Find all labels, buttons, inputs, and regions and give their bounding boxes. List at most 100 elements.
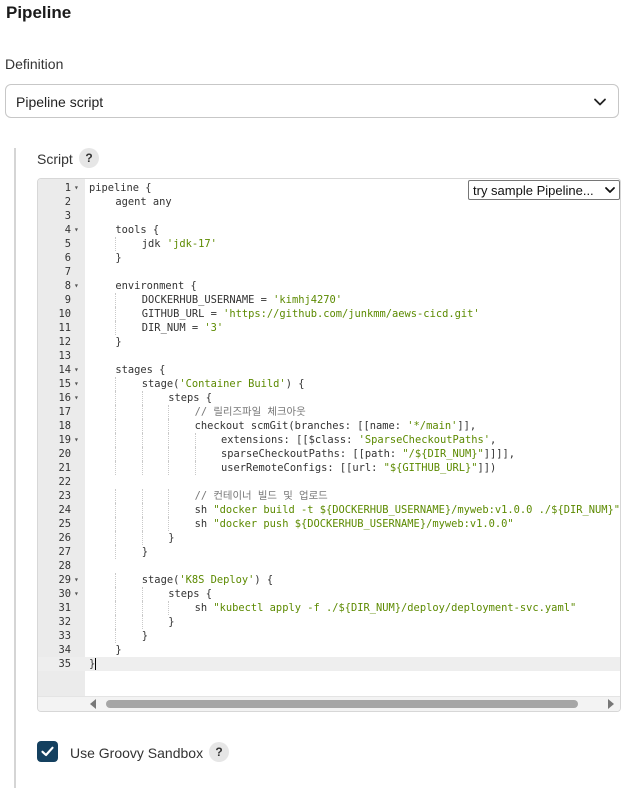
indent-guide: [141, 461, 143, 475]
code-line[interactable]: 3: [38, 209, 620, 223]
indent-guide: [141, 419, 143, 433]
fold-toggle-icon[interactable]: ▾: [74, 573, 82, 587]
line-number: 11: [58, 322, 71, 334]
code-line[interactable]: 32}: [38, 615, 620, 629]
fold-toggle-icon[interactable]: ▾: [74, 587, 82, 601]
code-line[interactable]: 16 ▾ steps {: [38, 391, 620, 405]
code-line[interactable]: 9 DOCKERHUB_USERNAME = 'kimhj4270': [38, 293, 620, 307]
code-text: }: [115, 643, 121, 657]
fold-toggle-icon[interactable]: ▾: [74, 223, 82, 237]
indent-guide: [141, 587, 143, 601]
sample-pipeline-select[interactable]: try sample Pipeline...: [468, 180, 620, 200]
code-line[interactable]: 34}: [38, 643, 620, 657]
fold-toggle-icon[interactable]: ▾: [74, 363, 82, 377]
fold-toggle-icon[interactable]: ▾: [74, 279, 82, 293]
code-line[interactable]: 30 ▾ steps {: [38, 587, 620, 601]
code-text: }: [142, 629, 148, 643]
indent-guide: [141, 405, 143, 419]
indent-guide: [115, 573, 117, 587]
code-token: ) {: [285, 378, 305, 390]
scroll-left-icon[interactable]: [90, 699, 96, 709]
code-line[interactable]: 13: [38, 349, 620, 363]
sandbox-help-icon[interactable]: ?: [209, 742, 229, 762]
script-editor[interactable]: 1 ▾ pipeline {2 agent any 3 4 ▾ tools {5 jdk 'jd…: [37, 178, 621, 712]
code-token: ]],: [457, 420, 477, 432]
code-text: tools {: [115, 223, 159, 237]
code-text: // 컨테이너 빌드 및 업로드: [195, 489, 328, 503]
line-number: 7: [64, 266, 71, 278]
code-line[interactable]: 15 ▾ stage('Container Build') {: [38, 377, 620, 391]
code-string: "docker push ${DOCKERHUB_USERNAME}/myweb…: [213, 518, 514, 530]
groovy-sandbox-checkbox[interactable]: [37, 741, 58, 762]
code-line[interactable]: 14 ▾ stages {: [38, 363, 620, 377]
code-text: stage('Container Build') {: [142, 377, 305, 391]
scroll-thumb[interactable]: [106, 700, 578, 708]
indent-guide: [141, 503, 143, 517]
code-token: }: [115, 336, 122, 348]
indent-guide: [115, 433, 117, 447]
code-token: }: [168, 616, 175, 628]
indent-guide: [115, 503, 117, 517]
definition-select-value: Pipeline script: [16, 94, 104, 110]
code-text: userRemoteConfigs: [[url: "${GITHUB_URL}…: [221, 461, 496, 475]
code-line[interactable]: 28: [38, 559, 620, 573]
indent-guide: [115, 391, 117, 405]
code-line[interactable]: 5 jdk 'jdk-17': [38, 237, 620, 251]
script-help-icon[interactable]: ?: [79, 148, 99, 168]
code-line[interactable]: 10 GITHUB_URL = 'https://github.com/junkm…: [38, 307, 620, 321]
fold-toggle-icon[interactable]: ▾: [74, 181, 82, 195]
code-token: ,: [490, 434, 497, 446]
fold-toggle-icon[interactable]: ▾: [74, 433, 82, 447]
code-token: agent any: [115, 196, 172, 208]
code-line[interactable]: 21 userRemoteConfigs: [[url: "${GITHUB_UR…: [38, 461, 620, 475]
code-line[interactable]: 24 sh "docker build -t ${DOCKERHUB_USERNA…: [38, 503, 620, 517]
line-number: 23: [58, 490, 71, 502]
line-number: 21: [58, 462, 71, 474]
code-line[interactable]: 23 // 컨테이너 빌드 및 업로드: [38, 489, 620, 503]
code-line[interactable]: 22: [38, 475, 620, 489]
line-number: 19: [58, 434, 71, 446]
code-line[interactable]: 31 sh "kubectl apply -f ./${DIR_NUM}/depl…: [38, 601, 620, 615]
code-text: }: [89, 657, 97, 671]
horizontal-scrollbar[interactable]: [38, 696, 620, 711]
code-line[interactable]: 11 DIR_NUM = '3': [38, 321, 620, 335]
code-line[interactable]: 7: [38, 265, 620, 279]
code-line[interactable]: 25 sh "docker push ${DOCKERHUB_USERNAME}/…: [38, 517, 620, 531]
definition-select[interactable]: Pipeline script: [5, 84, 619, 118]
code-line[interactable]: 27}: [38, 545, 620, 559]
code-line[interactable]: 6}: [38, 251, 620, 265]
code-line[interactable]: 12}: [38, 335, 620, 349]
code-token: stages {: [115, 364, 166, 376]
indent-guide: [141, 489, 143, 503]
editor-code[interactable]: 1 ▾ pipeline {2 agent any 3 4 ▾ tools {5 jdk 'jd…: [38, 181, 620, 671]
code-line[interactable]: 19 ▾ extensions: [[$class: 'SparseCheckout…: [38, 433, 620, 447]
line-number: 26: [58, 532, 71, 544]
code-line[interactable]: 29 ▾ stage('K8S Deploy') {: [38, 573, 620, 587]
code-line[interactable]: 8 ▾ environment {: [38, 279, 620, 293]
code-token: }: [115, 644, 122, 656]
scroll-right-icon[interactable]: [608, 699, 614, 709]
code-line[interactable]: 20 sparseCheckoutPaths: [[path: "/${DIR_N…: [38, 447, 620, 461]
indent-guide: [115, 447, 117, 461]
code-line[interactable]: 4 ▾ tools {: [38, 223, 620, 237]
line-number: 10: [58, 308, 71, 320]
chevron-down-icon: [605, 187, 615, 193]
code-line[interactable]: 33}: [38, 629, 620, 643]
code-text: }: [168, 531, 174, 545]
indent-guide: [115, 293, 117, 307]
code-line[interactable]: 18 checkout scmGit(branches: [[name: '*/m…: [38, 419, 620, 433]
code-line[interactable]: 17 // 릴리즈파일 체크아웃: [38, 405, 620, 419]
fold-toggle-icon[interactable]: ▾: [74, 391, 82, 405]
code-token: stage(: [141, 574, 180, 586]
line-number: 33: [58, 630, 71, 642]
fold-toggle-icon[interactable]: ▾: [74, 377, 82, 391]
definition-label: Definition: [5, 56, 64, 72]
code-token: }: [115, 252, 122, 264]
code-token: ]]]],: [483, 448, 516, 460]
indent-guide: [168, 503, 170, 517]
line-number: 15: [58, 378, 71, 390]
code-line[interactable]: 35}: [38, 657, 620, 671]
indent-guide: [168, 601, 170, 615]
code-token: }: [141, 546, 149, 558]
code-line[interactable]: 26}: [38, 531, 620, 545]
